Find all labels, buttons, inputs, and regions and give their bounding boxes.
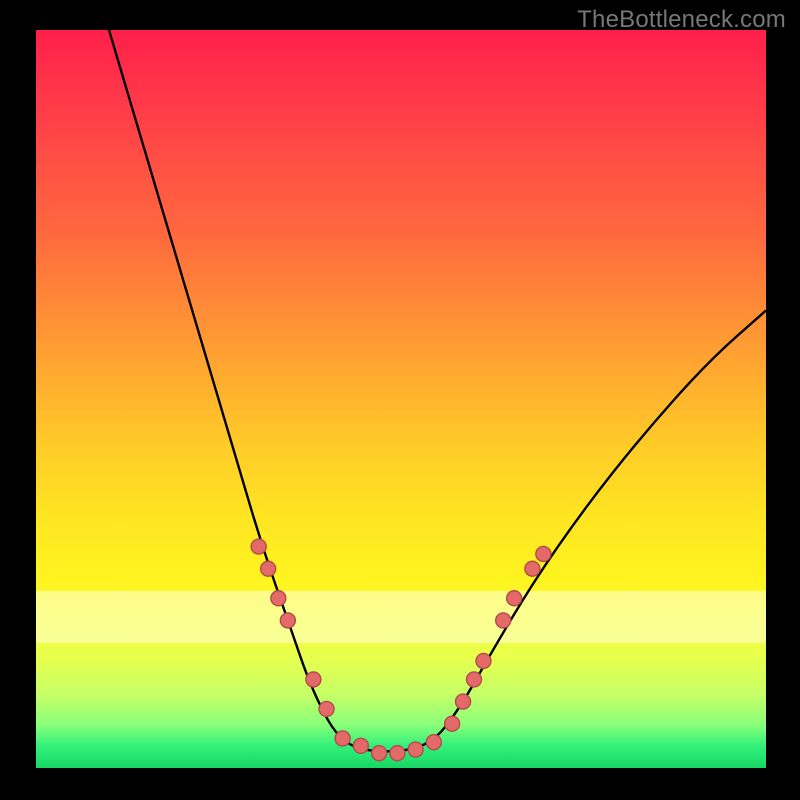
data-dot [456, 694, 471, 709]
data-dot [426, 735, 441, 750]
chart-frame: TheBottleneck.com [0, 0, 800, 800]
data-dot [507, 591, 522, 606]
data-dot [353, 738, 368, 753]
data-dot [476, 653, 491, 668]
data-dot [536, 546, 551, 561]
data-dot [319, 701, 334, 716]
data-dot [306, 672, 321, 687]
data-dot [408, 742, 423, 757]
data-dot [525, 561, 540, 576]
bottleneck-curve [109, 30, 766, 751]
curve-layer [36, 30, 766, 768]
plot-area [36, 30, 766, 768]
data-dot [335, 731, 350, 746]
data-dot [467, 672, 482, 687]
data-dot [271, 591, 286, 606]
data-dot [390, 746, 405, 761]
data-dot [261, 561, 276, 576]
data-dot [496, 613, 511, 628]
data-dot [280, 613, 295, 628]
data-dot [251, 539, 266, 554]
data-dot [372, 746, 387, 761]
data-dot [445, 716, 460, 731]
data-dots-group [251, 539, 551, 761]
